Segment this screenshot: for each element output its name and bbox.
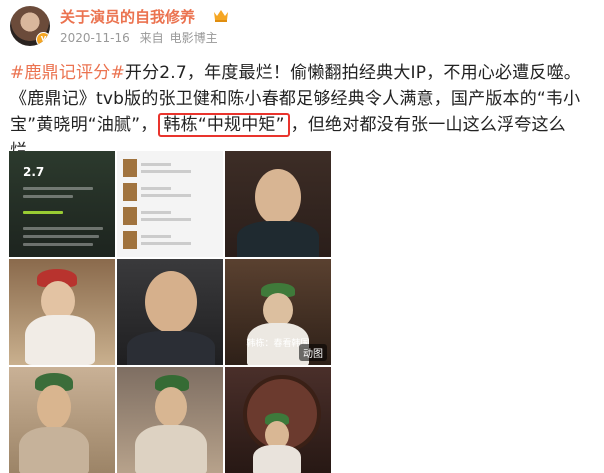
face: [145, 271, 197, 333]
image-grid: 2.7 韩栋：春看韩国 动图: [9, 151, 331, 473]
rating-score: 2.7: [23, 165, 45, 179]
image-6[interactable]: 韩栋：春看韩国 动图: [225, 259, 331, 365]
face: [263, 293, 293, 327]
text-line: [23, 211, 63, 214]
face: [37, 385, 71, 429]
avatar[interactable]: v: [10, 6, 50, 46]
list-item: [123, 207, 217, 225]
image-5[interactable]: [117, 259, 223, 365]
robe: [19, 427, 89, 473]
list-item: [123, 231, 217, 249]
image-2[interactable]: [117, 151, 223, 257]
text-line: [23, 243, 93, 246]
thumbnail: [123, 231, 137, 249]
list-item: [123, 183, 217, 201]
text-line: [141, 170, 191, 173]
robe: [127, 331, 215, 365]
gif-badge: 动图: [299, 344, 327, 361]
robe: [25, 315, 95, 365]
text-line: [141, 211, 171, 214]
thumbnail: [123, 207, 137, 225]
text-line: [141, 218, 191, 221]
face: [155, 387, 187, 427]
text-line: [141, 235, 171, 238]
source-prefix: 来自: [139, 31, 164, 45]
text-line: [23, 195, 73, 198]
image-3[interactable]: [225, 151, 331, 257]
post-text: #鹿鼎记评分#开分2.7，年度最烂！偷懒翻拍经典大IP，不用心必遭反噬。《鹿鼎记…: [10, 60, 596, 164]
image-8[interactable]: [117, 367, 223, 473]
verified-badge-icon: v: [36, 32, 50, 46]
post-date: 2020-11-16: [60, 31, 130, 45]
text-line: [141, 187, 171, 190]
list-item: [123, 159, 217, 177]
text-line: [141, 194, 191, 197]
text-line: [141, 242, 191, 245]
image-1[interactable]: 2.7: [9, 151, 115, 257]
text-line: [23, 235, 99, 238]
text-line: [23, 227, 103, 230]
robe: [253, 445, 301, 473]
post-meta: 2020-11-16 来自 电影博主: [60, 29, 224, 46]
thumbnail: [123, 183, 137, 201]
post-source: 电影博主: [169, 31, 218, 45]
post-line-1: 开分2.7，年度最烂！偷懒翻拍经典大IP，不用心必遭反噬。: [124, 63, 581, 83]
hashtag-link[interactable]: #鹿鼎记评分#: [10, 63, 125, 83]
robe: [237, 221, 319, 257]
image-7[interactable]: [9, 367, 115, 473]
thumbnail: [123, 159, 137, 177]
text-line: [141, 163, 171, 166]
crown-icon: [214, 10, 228, 22]
highlighted-phrase: 韩栋“中规中矩”: [158, 113, 290, 137]
face: [255, 169, 301, 225]
image-9[interactable]: [225, 367, 331, 473]
text-line: [23, 187, 93, 190]
username[interactable]: 关于演员的自我修养: [60, 6, 195, 27]
robe: [135, 425, 207, 473]
image-4[interactable]: [9, 259, 115, 365]
